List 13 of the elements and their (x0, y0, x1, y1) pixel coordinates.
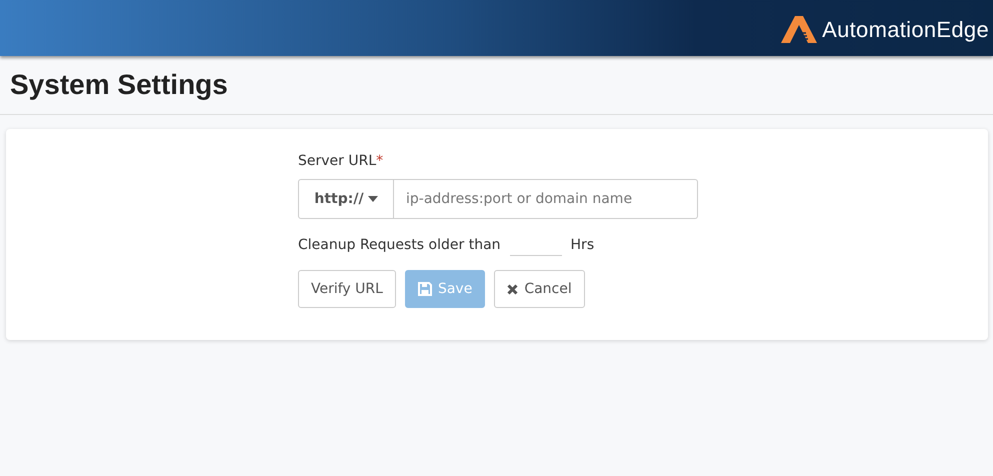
field-label: Server URL (298, 153, 376, 169)
caret-icon (368, 196, 378, 202)
required-mark: * (376, 153, 384, 169)
verify-button[interactable]: Verify URL (298, 270, 396, 308)
logo-text: AutomationEdge (822, 17, 989, 43)
unit-label: Hrs (570, 236, 594, 252)
close-icon (507, 284, 518, 294)
cancel-button[interactable]: Cancel (494, 270, 585, 308)
page-title: System Settings (10, 69, 228, 101)
url-input[interactable]: ip-address:port or domain name (394, 179, 698, 219)
logo-icon (781, 15, 820, 43)
cleanup-label: Cleanup Requests older than (298, 236, 501, 252)
protocol-dropdown[interactable]: http:// (298, 179, 394, 219)
